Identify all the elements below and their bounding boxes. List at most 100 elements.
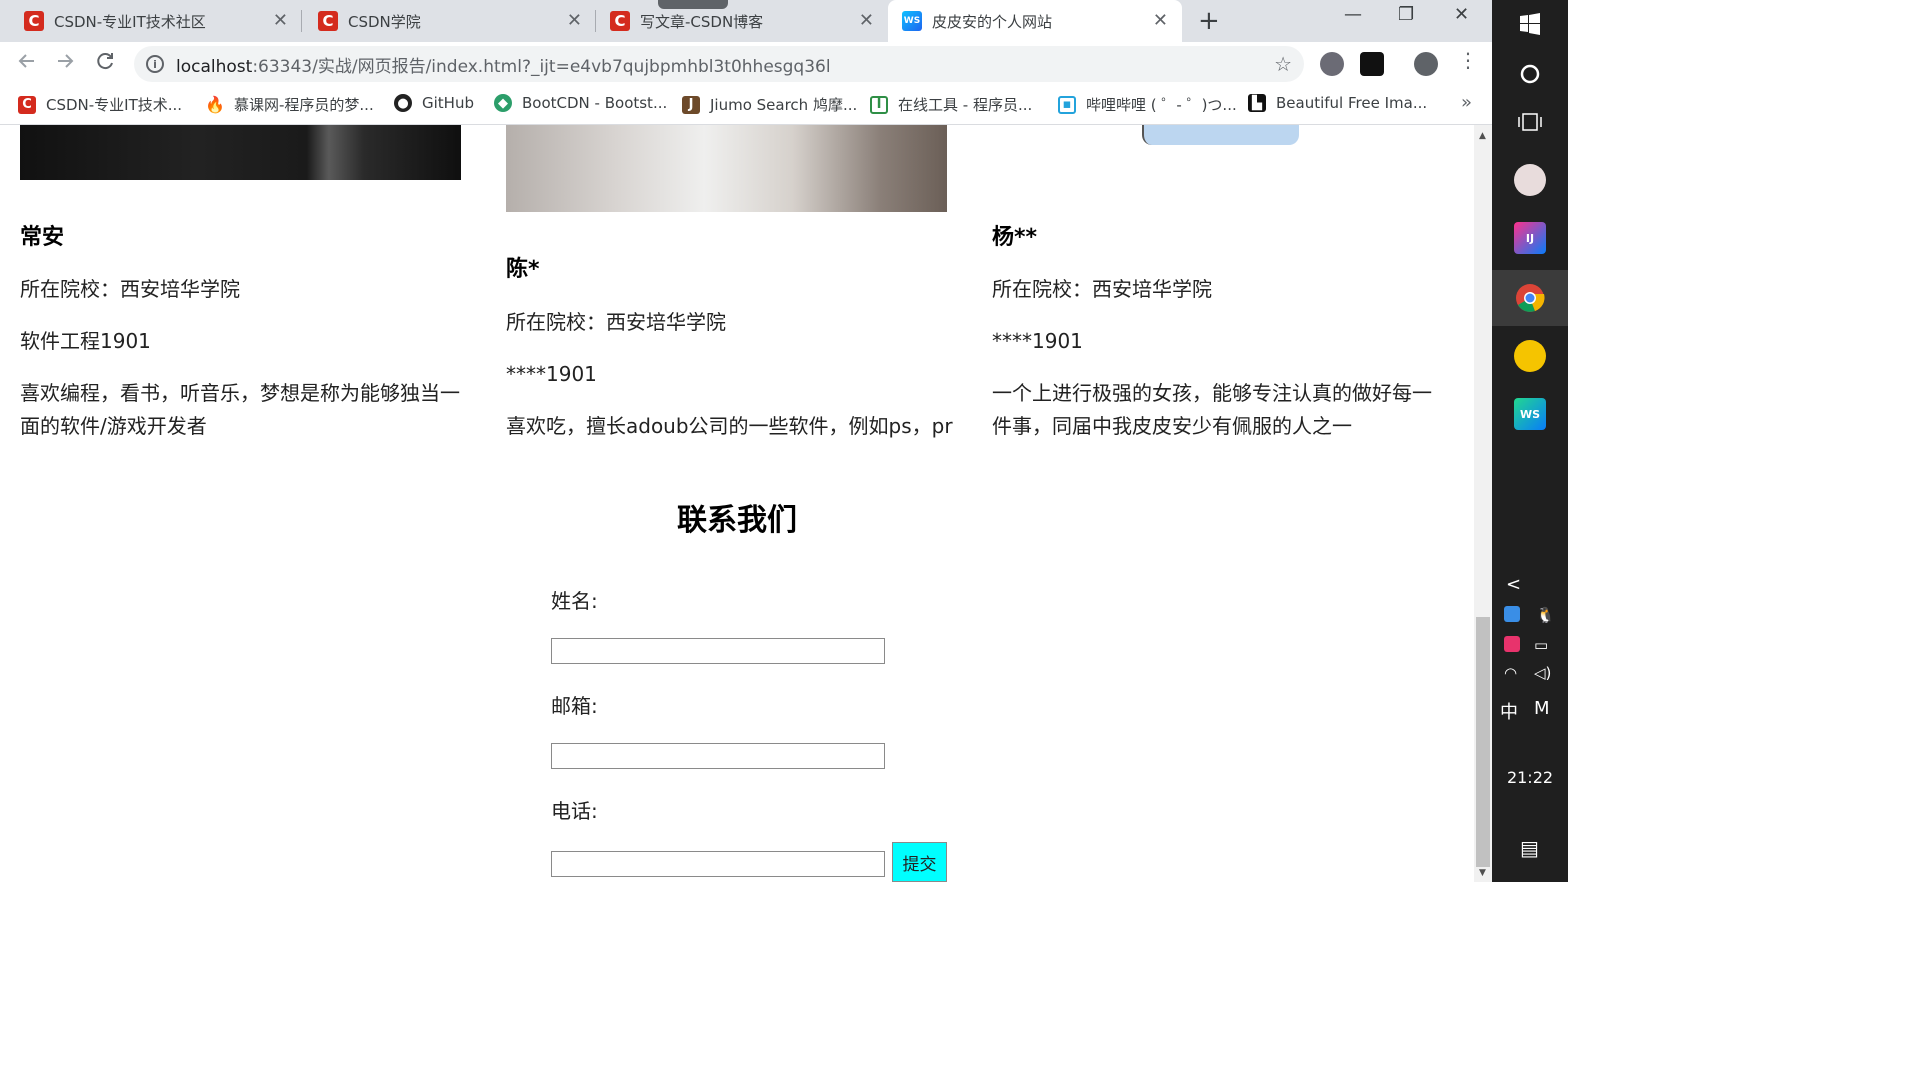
scroll-up-icon[interactable]: ▲: [1479, 131, 1486, 141]
tab-csdn[interactable]: C CSDN-专业IT技术社区 ✕: [0, 0, 302, 42]
phone-input[interactable]: [551, 851, 885, 877]
member-class: 软件工程1901: [20, 329, 151, 353]
task-view-glyph-icon: [1518, 113, 1542, 131]
bookmark-jiumo[interactable]: J Jiumo Search 鸠摩...: [682, 94, 857, 115]
bookmark-label: BootCDN - Bootst...: [522, 94, 668, 112]
vertical-scrollbar[interactable]: ▲ ▼: [1474, 125, 1492, 882]
member-school: 所在院校：西安培华学院: [506, 310, 726, 334]
email-input[interactable]: [551, 743, 885, 769]
member-photo: [506, 125, 947, 212]
bookmark-label: CSDN-专业IT技术...: [46, 96, 183, 114]
bookmark-bootcdn[interactable]: ◆ BootCDN - Bootst...: [494, 94, 667, 112]
info-icon[interactable]: i: [146, 55, 164, 73]
ime-indicator[interactable]: 中: [1500, 698, 1518, 724]
submit-button[interactable]: 提交: [892, 842, 947, 882]
bookmark-tools[interactable]: I 在线工具 - 程序员...: [870, 94, 1032, 115]
minimize-button[interactable]: —: [1344, 4, 1362, 25]
bookmarks-more-button[interactable]: »: [1461, 92, 1472, 113]
app-avatar-icon[interactable]: [1514, 164, 1546, 196]
taskbar-clock[interactable]: 21:22: [1492, 768, 1568, 787]
wifi-icon[interactable]: ◠: [1504, 664, 1517, 682]
star-icon[interactable]: ☆: [1274, 52, 1292, 76]
tray-app-icon[interactable]: [1504, 606, 1520, 622]
window-close-button[interactable]: ✕: [1454, 4, 1469, 25]
qq-icon[interactable]: 🐧: [1536, 606, 1555, 624]
new-tab-button[interactable]: +: [1198, 6, 1220, 36]
unsplash-icon: ▙: [1248, 94, 1266, 112]
member-bio: 一个上进行极强的女孩，能够专注认真的做好每一件事，同届中我皮皮安少有佩服的人之一: [992, 381, 1432, 438]
menu-icon[interactable]: ⋮: [1458, 48, 1478, 72]
tab-title: 皮皮安的个人网站: [932, 12, 1053, 31]
page-viewport: 常安 所在院校：西安培华学院 软件工程1901 喜欢编程，看书，听音乐，梦想是称…: [0, 125, 1474, 882]
jiumo-icon: J: [682, 95, 700, 114]
member-photo: [20, 125, 461, 180]
csdn-icon: C: [610, 11, 630, 31]
name-label: 姓名:: [551, 589, 598, 613]
member-name: 杨**: [992, 225, 1038, 250]
tray-app2-icon[interactable]: [1504, 636, 1520, 652]
webstorm-icon[interactable]: WS: [1514, 398, 1546, 430]
member-photo-illustration: [1142, 125, 1299, 145]
close-icon[interactable]: ✕: [859, 10, 874, 31]
bootcdn-icon: ◆: [494, 94, 512, 112]
bookmarks-bar: C CSDN-专业IT技术... 🔥 慕课网-程序员的梦... ● GitHub…: [0, 86, 1492, 125]
address-bar[interactable]: i localhost:63343/实战/网页报告/index.html?_ij…: [134, 46, 1304, 82]
forward-button[interactable]: [54, 50, 76, 78]
browser-window: C CSDN-专业IT技术社区 ✕ C CSDN学院 ✕ C 写文章-CSDN博…: [0, 0, 1492, 882]
browser-toolbar: i localhost:63343/实战/网页报告/index.html?_ij…: [0, 42, 1492, 86]
extension-avatar-icon[interactable]: [1320, 52, 1344, 76]
bookmark-label: 在线工具 - 程序员...: [898, 96, 1033, 114]
url-path: :63343/实战/网页报告/index.html?_ijt=e4vb7qujb…: [252, 56, 831, 77]
member-name: 常安: [20, 225, 65, 250]
tab-title: CSDN学院: [348, 12, 421, 31]
bookmark-label: GitHub: [422, 94, 474, 112]
back-button[interactable]: [16, 50, 38, 78]
tab-csdn-academy[interactable]: C CSDN学院 ✕: [302, 0, 596, 42]
tab-personal-site[interactable]: WS 皮皮安的个人网站 ✕: [888, 0, 1182, 42]
bookmark-csdn[interactable]: C CSDN-专业IT技术...: [18, 94, 182, 115]
reload-button[interactable]: [94, 50, 116, 78]
webstorm-icon: WS: [902, 11, 922, 31]
extension-icon[interactable]: [1360, 52, 1384, 76]
intellij-icon[interactable]: IJ: [1514, 222, 1546, 254]
volume-icon[interactable]: ◁): [1534, 664, 1551, 682]
bookmark-bilibili[interactable]: ▪ 哔哩哔哩 ( ゜- ゜)つ...: [1058, 94, 1237, 115]
search-icon[interactable]: [1514, 58, 1546, 90]
tab-title: 写文章-CSDN博客: [640, 12, 764, 31]
close-icon[interactable]: ✕: [273, 10, 288, 31]
tab-csdn-write[interactable]: C 写文章-CSDN博客 ✕: [596, 0, 888, 42]
chrome-icon[interactable]: [1514, 282, 1546, 314]
chrome-logo-icon: [1516, 284, 1545, 312]
member-bio: 喜欢吃，擅长adoub公司的一些软件，例如ps，pr: [506, 414, 953, 438]
reload-icon: [97, 53, 113, 70]
bookmark-unsplash[interactable]: ▙ Beautiful Free Ima...: [1248, 94, 1427, 112]
scroll-down-icon[interactable]: ▼: [1479, 868, 1486, 878]
windows-logo-icon: [1520, 13, 1540, 35]
close-icon[interactable]: ✕: [1153, 10, 1168, 31]
ime-mode-indicator[interactable]: M: [1534, 698, 1550, 719]
windows-start-icon[interactable]: [1514, 8, 1546, 40]
arrow-left-icon: [18, 54, 34, 68]
member-bio: 喜欢编程，看书，听音乐，梦想是称为能够独当一面的软件/游戏开发者: [20, 381, 460, 438]
scrollbar-thumb[interactable]: [1476, 617, 1490, 867]
bookmark-label: 慕课网-程序员的梦...: [234, 96, 374, 114]
bookmark-github[interactable]: ● GitHub: [394, 94, 474, 112]
qq-music-icon[interactable]: [1514, 340, 1546, 372]
name-input[interactable]: [551, 638, 885, 664]
battery-icon[interactable]: ▭: [1534, 636, 1548, 654]
close-icon[interactable]: ✕: [567, 10, 582, 31]
member-school: 所在院校：西安培华学院: [992, 277, 1212, 301]
tool-icon: I: [870, 95, 888, 114]
cortana-circle-icon: [1520, 64, 1540, 84]
phone-label: 电话:: [551, 799, 598, 823]
restore-button[interactable]: ❐: [1398, 4, 1414, 25]
member-class: ****1901: [506, 362, 597, 386]
url-text: localhost:63343/实战/网页报告/index.html?_ijt=…: [176, 52, 831, 77]
task-view-icon[interactable]: [1514, 106, 1546, 138]
tray-expand-icon[interactable]: <: [1506, 574, 1521, 595]
member-card-2: 陈* 所在院校：西安培华学院 ****1901 喜欢吃，擅长adoub公司的一些…: [506, 125, 953, 438]
profile-icon[interactable]: [1414, 52, 1438, 76]
notification-icon[interactable]: ▤: [1520, 836, 1539, 860]
bookmark-imooc[interactable]: 🔥 慕课网-程序员的梦...: [205, 94, 374, 115]
bookmark-label: 哔哩哔哩 ( ゜- ゜)つ...: [1086, 96, 1237, 114]
